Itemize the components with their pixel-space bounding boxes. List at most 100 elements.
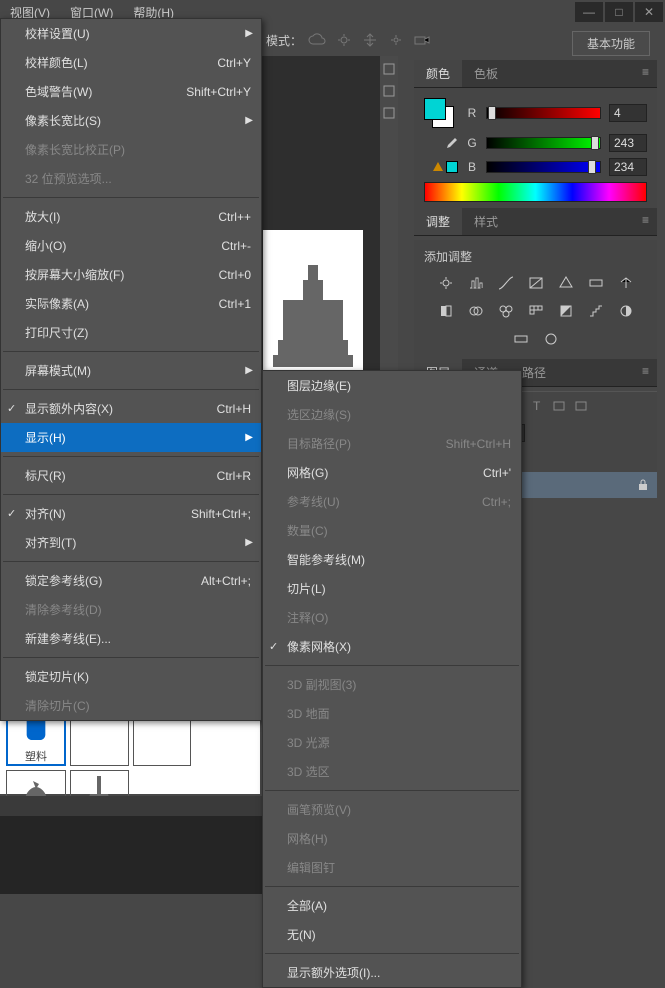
menu-item[interactable]: 色域警告(W)Shift+Ctrl+Y — [1, 77, 261, 106]
g-value[interactable]: 243 — [609, 134, 647, 152]
menu-item[interactable]: 切片(L) — [263, 574, 521, 603]
show-submenu: 图层边缘(E)选区边缘(S)目标路径(P)Shift+Ctrl+H网格(G)Ct… — [262, 370, 522, 988]
actions-icon[interactable] — [382, 84, 396, 98]
menu-item[interactable]: 按屏幕大小缩放(F)Ctrl+0 — [1, 260, 261, 289]
menu-item[interactable]: 打印尺寸(Z) — [1, 318, 261, 347]
vibrance-icon[interactable] — [557, 275, 575, 291]
menu-item: 目标路径(P)Shift+Ctrl+H — [263, 429, 521, 458]
panel-menu-icon[interactable]: ≡ — [634, 359, 657, 386]
camera-icon[interactable] — [412, 31, 432, 49]
gradient-map-icon[interactable] — [512, 331, 530, 347]
properties-icon[interactable] — [382, 106, 396, 120]
menu-item-label: 像素网格(X) — [287, 638, 511, 655]
r-slider[interactable] — [486, 107, 601, 119]
menu-item-label: 放大(I) — [25, 208, 218, 225]
tab-color[interactable]: 颜色 — [414, 60, 462, 87]
menu-item[interactable]: 智能参考线(M) — [263, 545, 521, 574]
g-label: G — [466, 136, 478, 150]
color-panel-tabs: 颜色 色板 ≡ — [414, 60, 657, 88]
menu-shortcut: Ctrl+- — [221, 239, 251, 253]
minimize-button[interactable]: — — [575, 2, 603, 22]
menu-item-label: 3D 光源 — [287, 734, 511, 751]
menu-item[interactable]: 新建参考线(E)... — [1, 624, 261, 653]
tab-styles[interactable]: 样式 — [462, 208, 510, 235]
menu-item: 画笔预览(V) — [263, 795, 521, 824]
menu-item[interactable]: 标尺(R)Ctrl+R — [1, 461, 261, 490]
history-icon[interactable] — [382, 62, 396, 76]
maximize-button[interactable]: □ — [605, 2, 633, 22]
selective-color-icon[interactable] — [542, 331, 560, 347]
foreground-background-swatch[interactable] — [424, 98, 454, 128]
close-button[interactable]: ✕ — [635, 2, 663, 22]
menu-item: 注释(O) — [263, 603, 521, 632]
menu-item-label: 画笔预览(V) — [287, 801, 511, 818]
menu-item-label: 网格(G) — [287, 464, 483, 481]
spectrum-ramp[interactable] — [424, 182, 647, 202]
menu-item[interactable]: 缩小(O)Ctrl+- — [1, 231, 261, 260]
menu-item-label: 编辑图钉 — [287, 859, 511, 876]
add-adjustment-label: 添加调整 — [424, 248, 647, 265]
menu-item: 3D 副视图(3) — [263, 670, 521, 699]
exposure-icon[interactable] — [527, 275, 545, 291]
gear-icon[interactable] — [386, 31, 406, 49]
canvas-fragment — [263, 230, 363, 390]
menu-item: 清除参考线(D) — [1, 595, 261, 624]
brightness-icon[interactable] — [437, 275, 455, 291]
menu-item[interactable]: 无(N) — [263, 920, 521, 949]
cloud-icon[interactable] — [308, 31, 328, 49]
channel-mixer-icon[interactable] — [497, 303, 515, 319]
tab-adjustments[interactable]: 调整 — [414, 208, 462, 235]
g-slider[interactable] — [486, 137, 601, 149]
invert-icon[interactable] — [557, 303, 575, 319]
move-icon[interactable] — [360, 31, 380, 49]
r-value[interactable]: 4 — [609, 104, 647, 122]
tab-swatches[interactable]: 色板 — [462, 60, 510, 87]
b-slider[interactable] — [486, 161, 601, 173]
posterize-icon[interactable] — [587, 303, 605, 319]
menu-item[interactable]: 全部(A) — [263, 891, 521, 920]
panel-menu-icon[interactable]: ≡ — [634, 208, 657, 235]
menu-separator — [3, 657, 259, 658]
menu-item[interactable]: 显示(H)▶ — [1, 423, 261, 452]
menu-item[interactable]: ✓像素网格(X) — [263, 632, 521, 661]
panel-menu-icon[interactable]: ≡ — [634, 60, 657, 87]
menu-separator — [3, 389, 259, 390]
balance-icon[interactable] — [617, 275, 635, 291]
bw-icon[interactable] — [437, 303, 455, 319]
menu-item[interactable]: 锁定切片(K) — [1, 662, 261, 691]
menu-item[interactable]: 实际像素(A)Ctrl+1 — [1, 289, 261, 318]
threshold-icon[interactable] — [617, 303, 635, 319]
menu-item-label: 网格(H) — [287, 830, 511, 847]
menu-item[interactable]: ✓显示额外内容(X)Ctrl+H — [1, 394, 261, 423]
menu-separator — [3, 456, 259, 457]
sun-icon[interactable] — [334, 31, 354, 49]
curves-icon[interactable] — [497, 275, 515, 291]
b-label: B — [466, 160, 478, 174]
workspace-basic-button[interactable]: 基本功能 — [572, 31, 650, 56]
menu-item[interactable]: 像素长宽比(S)▶ — [1, 106, 261, 135]
menu-item[interactable]: ✓对齐(N)Shift+Ctrl+; — [1, 499, 261, 528]
chevron-right-icon: ▶ — [245, 115, 253, 126]
menu-item[interactable]: 网格(G)Ctrl+' — [263, 458, 521, 487]
filter-text-icon[interactable]: T — [529, 399, 545, 413]
b-value[interactable]: 234 — [609, 158, 647, 176]
menu-item: 清除切片(C) — [1, 691, 261, 720]
filter-shape-icon[interactable] — [551, 399, 567, 413]
menu-shortcut: Alt+Ctrl+; — [201, 574, 251, 588]
menu-item[interactable]: 锁定参考线(G)Alt+Ctrl+; — [1, 566, 261, 595]
menu-item: 3D 光源 — [263, 728, 521, 757]
levels-icon[interactable] — [467, 275, 485, 291]
menu-item[interactable]: 校样设置(U)▶ — [1, 19, 261, 48]
menu-item-label: 显示(H) — [25, 429, 251, 446]
menu-item[interactable]: 屏幕模式(M)▶ — [1, 356, 261, 385]
menu-item[interactable]: 放大(I)Ctrl++ — [1, 202, 261, 231]
menu-item[interactable]: 显示额外选项(I)... — [263, 958, 521, 987]
menu-item[interactable]: 校样颜色(L)Ctrl+Y — [1, 48, 261, 77]
svg-text:T: T — [533, 399, 541, 413]
hue-icon[interactable] — [587, 275, 605, 291]
lookup-icon[interactable] — [527, 303, 545, 319]
filter-smart-icon[interactable] — [573, 399, 589, 413]
photo-filter-icon[interactable] — [467, 303, 485, 319]
menu-item[interactable]: 对齐到(T)▶ — [1, 528, 261, 557]
menu-item[interactable]: 图层边缘(E) — [263, 371, 521, 400]
